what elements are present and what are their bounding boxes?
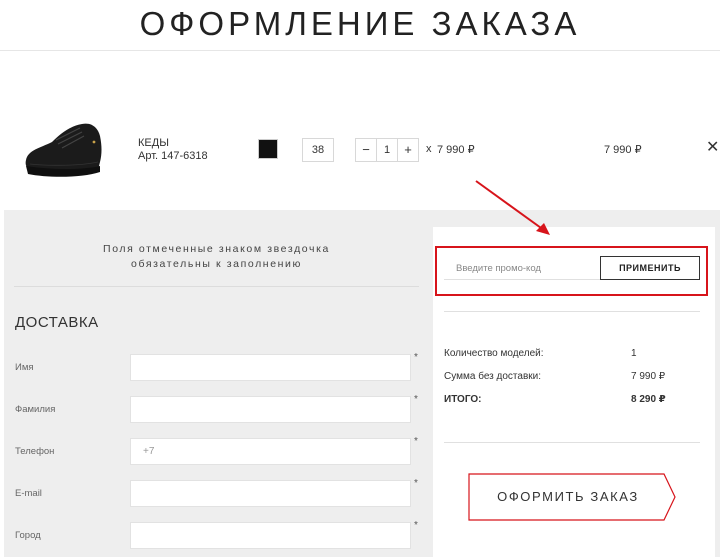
subtotal-label: Сумма без доставки: — [444, 371, 541, 382]
total-value: 8 290 ₽ — [631, 394, 666, 405]
delivery-section-title: ДОСТАВКА — [15, 314, 99, 331]
note-divider — [14, 286, 419, 287]
summary-divider — [444, 311, 700, 312]
size-value: 38 — [302, 138, 334, 162]
required-mark: * — [414, 436, 418, 447]
first-name-input[interactable] — [130, 354, 411, 381]
required-mark: * — [414, 394, 418, 405]
note-line: обязательны к заполнению — [131, 258, 302, 270]
last-name-label: Фамилия — [15, 404, 56, 415]
qty-plus-button[interactable]: + — [398, 139, 418, 161]
title-divider — [0, 50, 720, 51]
required-mark: * — [414, 478, 418, 489]
first-name-label: Имя — [15, 362, 34, 373]
city-label: Город — [15, 530, 41, 541]
email-input[interactable] — [130, 480, 411, 507]
note-line: Поля отмеченные знаком звездочка — [103, 243, 330, 255]
close-icon[interactable]: ✕ — [706, 140, 719, 156]
models-count-value: 1 — [631, 348, 637, 359]
required-mark: * — [414, 352, 418, 363]
required-fields-note: Поля отмеченные знаком звездочка обязате… — [14, 242, 419, 272]
place-order-button[interactable]: ОФОРМИТЬ ЗАКАЗ — [468, 473, 677, 521]
email-label: E-mail — [15, 488, 42, 499]
place-order-label: ОФОРМИТЬ ЗАКАЗ — [497, 489, 639, 504]
subtotal-value: 7 990 ₽ — [631, 371, 666, 382]
models-count-label: Количество моделей: — [444, 348, 544, 359]
quantity-stepper: − 1 + — [355, 138, 419, 162]
promo-highlight-box — [435, 246, 708, 296]
unit-price: 7 990 ₽ — [437, 144, 475, 156]
annotation-arrow-icon — [475, 180, 550, 235]
product-article: Арт. 147-6318 — [138, 150, 208, 162]
phone-input[interactable] — [130, 438, 411, 465]
color-swatch — [258, 139, 278, 159]
line-total: 7 990 ₽ — [604, 144, 642, 156]
required-mark: * — [414, 520, 418, 531]
city-input[interactable] — [130, 522, 411, 549]
panel-edge — [0, 210, 4, 557]
qty-value[interactable]: 1 — [376, 139, 398, 161]
multiply-sign: x — [426, 143, 432, 155]
summary-divider — [444, 442, 700, 443]
product-name[interactable]: КЕДЫ — [138, 137, 169, 149]
phone-label: Телефон — [15, 446, 55, 457]
total-label: ИТОГО: — [444, 394, 482, 405]
last-name-input[interactable] — [130, 396, 411, 423]
page-title: ОФОРМЛЕНИЕ ЗАКАЗА — [139, 5, 581, 42]
sneaker-product-image[interactable] — [22, 120, 106, 182]
qty-minus-button[interactable]: − — [356, 139, 376, 161]
